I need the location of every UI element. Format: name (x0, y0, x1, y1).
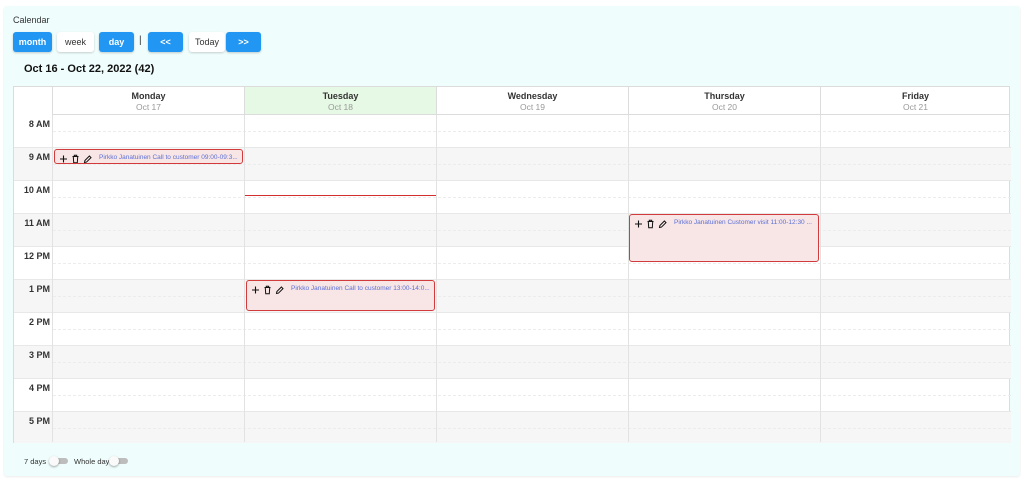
hour-row-10am: 10 AM (14, 181, 1011, 214)
toolbar-separator: | (139, 35, 142, 46)
column-divider (628, 115, 629, 442)
day-header-friday[interactable]: Friday Oct 21 (820, 87, 1010, 115)
hour-row-2pm: 2 PM (14, 313, 1011, 346)
hour-label: 9 AM (28, 152, 50, 162)
day-view-button[interactable]: day (99, 32, 134, 52)
trash-icon[interactable] (71, 151, 80, 163)
day-date: Oct 20 (711, 102, 738, 112)
day-header-thursday[interactable]: Thursday Oct 20 (628, 87, 820, 115)
day-name: Friday (901, 91, 929, 101)
event-label: Pirkko Janatuinen Call to customer 13:00… (291, 285, 430, 292)
hour-label: 11 AM (24, 218, 50, 228)
current-time-indicator (245, 195, 436, 196)
day-name: Monday (131, 91, 166, 101)
column-divider (436, 115, 437, 442)
trash-icon[interactable] (263, 282, 272, 295)
pencil-icon[interactable] (658, 216, 667, 229)
hour-row-4pm: 4 PM (14, 379, 1011, 412)
pencil-icon[interactable] (275, 282, 284, 295)
hour-label: 10 AM (23, 185, 50, 195)
event-label: Pirkko Janatuinen Customer visit 11:00-1… (674, 219, 812, 226)
hour-label: 4 PM (28, 383, 50, 393)
day-date: Oct 18 (327, 102, 354, 112)
column-divider (244, 115, 245, 442)
previous-button[interactable]: << (148, 32, 183, 52)
hour-row-5pm: 5 PM (14, 412, 1011, 443)
whole-day-label: Whole day (74, 457, 110, 466)
day-name: Tuesday (322, 91, 359, 101)
toggle-thumb (49, 456, 59, 466)
app-title: Calendar (13, 15, 50, 25)
hour-label: 2 PM (28, 317, 50, 327)
hour-row-8am: 8 AM (14, 115, 1011, 148)
whole-day-toggle[interactable] (109, 456, 129, 466)
day-date: Oct 21 (902, 102, 929, 112)
hour-label: 1 PM (28, 284, 50, 294)
day-header-monday[interactable]: Monday Oct 17 (52, 87, 244, 115)
pencil-icon[interactable] (83, 151, 92, 163)
next-button[interactable]: >> (226, 32, 261, 52)
event-label: Pirkko Janatuinen Call to customer 09:00… (99, 154, 238, 161)
toggle-thumb (109, 456, 119, 466)
plus-icon[interactable] (59, 151, 68, 163)
hour-label: 8 AM (28, 119, 50, 129)
event-tuesday-call[interactable]: Pirkko Janatuinen Call to customer 13:00… (246, 280, 435, 311)
plus-icon[interactable] (634, 216, 643, 228)
event-monday-call[interactable]: Pirkko Janatuinen Call to customer 09:00… (54, 149, 243, 164)
hour-label: 3 PM (28, 350, 50, 360)
hour-label: 12 PM (23, 251, 50, 261)
date-range-title: Oct 16 - Oct 22, 2022 (42) (24, 63, 155, 75)
day-header-tuesday[interactable]: Tuesday Oct 18 (244, 87, 436, 115)
hour-row-12pm: 12 PM (14, 247, 1011, 280)
hour-row-3pm: 3 PM (14, 346, 1011, 379)
trash-icon[interactable] (646, 216, 655, 229)
month-view-button[interactable]: month (13, 32, 52, 52)
plus-icon[interactable] (251, 282, 260, 294)
week-grid: 8 AM 9 AM 10 AM 11 AM 12 PM 1 PM 2 PM 3 … (13, 86, 1011, 443)
column-divider (820, 115, 821, 442)
event-thursday-visit[interactable]: Pirkko Janatuinen Customer visit 11:00-1… (629, 214, 819, 262)
seven-days-label: 7 days (24, 457, 47, 466)
column-divider (52, 115, 53, 442)
week-view-button[interactable]: week (57, 32, 94, 52)
day-date: Oct 17 (135, 102, 162, 112)
day-header-wednesday[interactable]: Wednesday Oct 19 (436, 87, 628, 115)
seven-days-toggle[interactable] (49, 456, 69, 466)
day-name: Wednesday (507, 91, 558, 101)
hour-label: 5 PM (28, 416, 50, 426)
day-name: Thursday (704, 91, 745, 101)
hour-row-11am: 11 AM (14, 214, 1011, 247)
day-date: Oct 19 (519, 102, 546, 112)
hour-row-1pm: 1 PM (14, 280, 1011, 313)
today-button[interactable]: Today (189, 32, 225, 52)
